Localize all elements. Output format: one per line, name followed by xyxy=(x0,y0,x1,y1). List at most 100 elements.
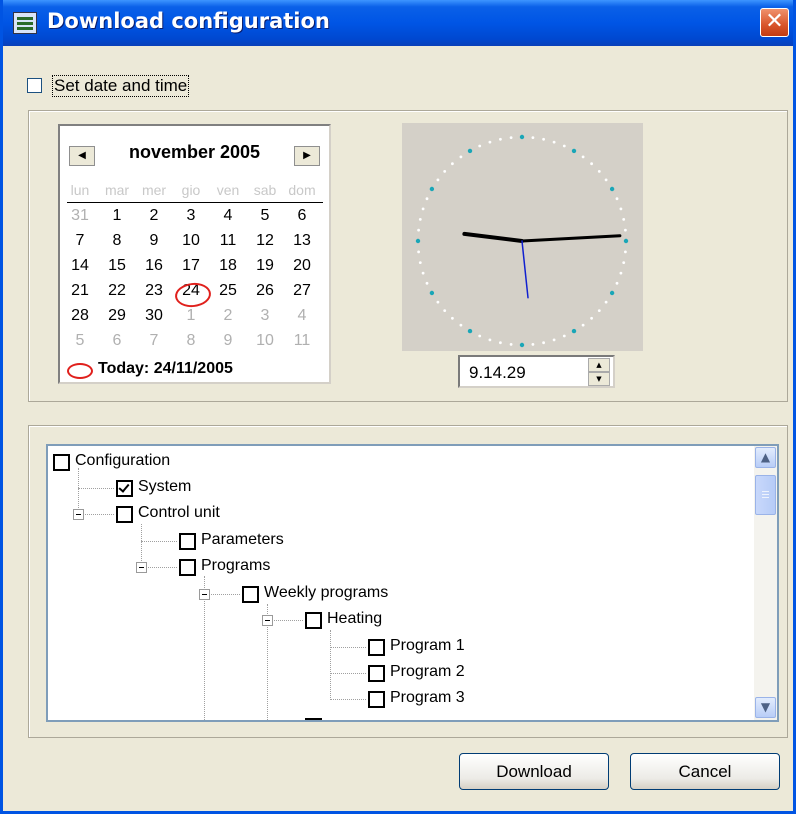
tree-checkbox-heating[interactable] xyxy=(305,612,322,629)
calendar-day[interactable]: 23 xyxy=(137,281,171,301)
spin-down-button[interactable]: ▼ xyxy=(588,372,610,386)
minute-tick xyxy=(459,155,463,159)
tree-node-programs[interactable]: Programs xyxy=(201,557,270,575)
tree-checkbox-configuration[interactable] xyxy=(53,454,70,471)
hour-tick xyxy=(609,186,615,192)
minute-tick xyxy=(418,261,422,264)
calendar-day[interactable]: 10 xyxy=(248,331,282,351)
scroll-up-icon[interactable]: ▲ xyxy=(755,447,776,468)
tree-node-program-3[interactable]: Program 3 xyxy=(390,689,465,707)
tree-checkbox-next-node[interactable] xyxy=(305,718,322,720)
tree-checkbox-program-1[interactable] xyxy=(368,639,385,656)
tree-checkbox-program-3[interactable] xyxy=(368,691,385,708)
spin-up-button[interactable]: ▲ xyxy=(588,358,610,372)
calendar-day[interactable]: 28 xyxy=(63,306,97,326)
tree-node-program-1[interactable]: Program 1 xyxy=(390,637,465,655)
tree-scrollbar[interactable]: ▲ ▼ xyxy=(754,446,777,720)
calendar-day[interactable]: 7 xyxy=(137,331,171,351)
close-icon[interactable]: ✕ xyxy=(760,8,789,37)
calendar-day[interactable]: 3 xyxy=(248,306,282,326)
calendar-day[interactable]: 9 xyxy=(137,231,171,251)
calendar-day[interactable]: 4 xyxy=(211,206,245,226)
tree-checkbox-system[interactable] xyxy=(116,480,133,497)
today-label[interactable]: Today: 24/11/2005 xyxy=(98,360,233,378)
hour-tick xyxy=(519,342,525,348)
minute-tick xyxy=(499,341,502,345)
calendar-day[interactable]: 12 xyxy=(248,231,282,251)
minute-tick xyxy=(509,343,513,346)
minute-tick xyxy=(542,137,545,141)
calendar-day[interactable]: 29 xyxy=(100,306,134,326)
calendar-day[interactable]: 21 xyxy=(63,281,97,301)
calendar-day[interactable]: 2 xyxy=(211,306,245,326)
tree-node-configuration[interactable]: Configuration xyxy=(75,452,170,470)
calendar-day[interactable]: 22 xyxy=(100,281,134,301)
calendar[interactable]: ◀ november 2005 ▶ lun mar mer gio ven sa… xyxy=(58,124,331,384)
minute-tick xyxy=(619,271,623,275)
download-button[interactable]: Download xyxy=(459,753,609,790)
calendar-day[interactable]: 9 xyxy=(211,331,245,351)
calendar-day[interactable]: 2 xyxy=(137,206,171,226)
calendar-day[interactable]: 7 xyxy=(63,231,97,251)
tree-node-parameters[interactable]: Parameters xyxy=(201,531,284,549)
tree-checkbox-programs[interactable] xyxy=(179,559,196,576)
tree-checkbox-program-2[interactable] xyxy=(368,665,385,682)
calendar-day[interactable]: 8 xyxy=(174,331,208,351)
hour-tick xyxy=(429,186,435,192)
minute-tick xyxy=(581,155,585,159)
minute-tick xyxy=(436,300,440,304)
collapse-heating-icon[interactable] xyxy=(262,615,273,626)
cancel-button[interactable]: Cancel xyxy=(630,753,780,790)
calendar-day[interactable]: 18 xyxy=(211,256,245,276)
tree-node-heating[interactable]: Heating xyxy=(327,610,382,628)
calendar-day[interactable]: 27 xyxy=(285,281,319,301)
calendar-day[interactable]: 31 xyxy=(63,206,97,226)
analog-clock xyxy=(402,123,643,351)
calendar-day[interactable]: 5 xyxy=(63,331,97,351)
calendar-day[interactable]: 14 xyxy=(63,256,97,276)
calendar-day[interactable]: 10 xyxy=(174,231,208,251)
tree-checkbox-parameters[interactable] xyxy=(179,533,196,550)
collapse-control-unit-icon[interactable] xyxy=(73,509,84,520)
tree-node-system[interactable]: System xyxy=(138,478,191,496)
scroll-thumb[interactable] xyxy=(755,475,776,515)
calendar-day[interactable]: 19 xyxy=(248,256,282,276)
title-bar[interactable]: Download configuration ✕ xyxy=(3,0,793,46)
calendar-day[interactable]: 20 xyxy=(285,256,319,276)
time-input[interactable]: 9.14.29 ▲ ▼ xyxy=(458,355,615,388)
hour-tick xyxy=(571,148,577,154)
configuration-tree[interactable]: Configuration System Control unit Parame… xyxy=(46,444,779,722)
tree-checkbox-control-unit[interactable] xyxy=(116,506,133,523)
window-title: Download configuration xyxy=(47,9,330,33)
calendar-day[interactable]: 30 xyxy=(137,306,171,326)
weekday-label: mer xyxy=(141,182,167,198)
calendar-day[interactable]: 5 xyxy=(248,206,282,226)
calendar-day[interactable]: 1 xyxy=(100,206,134,226)
calendar-day[interactable]: 16 xyxy=(137,256,171,276)
calendar-day[interactable]: 1 xyxy=(174,306,208,326)
calendar-day[interactable]: 25 xyxy=(211,281,245,301)
minute-tick xyxy=(542,341,545,345)
minute-tick xyxy=(499,137,502,141)
tree-node-program-2[interactable]: Program 2 xyxy=(390,663,465,681)
next-month-button[interactable]: ▶ xyxy=(294,146,320,166)
calendar-day[interactable]: 6 xyxy=(100,331,134,351)
tree-checkbox-weekly-programs[interactable] xyxy=(242,586,259,603)
calendar-day[interactable]: 15 xyxy=(100,256,134,276)
tree-node-control-unit[interactable]: Control unit xyxy=(138,504,220,522)
calendar-day[interactable]: 11 xyxy=(211,231,245,251)
tree-node-weekly-programs[interactable]: Weekly programs xyxy=(264,584,388,602)
calendar-day[interactable]: 8 xyxy=(100,231,134,251)
calendar-month-year: november 2005 xyxy=(128,142,261,162)
collapse-programs-icon[interactable] xyxy=(136,562,147,573)
set-date-time-checkbox[interactable] xyxy=(27,78,42,93)
calendar-day[interactable]: 13 xyxy=(285,231,319,251)
calendar-day[interactable]: 6 xyxy=(285,206,319,226)
calendar-day[interactable]: 26 xyxy=(248,281,282,301)
scroll-down-icon[interactable]: ▼ xyxy=(755,697,776,718)
calendar-day[interactable]: 3 xyxy=(174,206,208,226)
calendar-day[interactable]: 4 xyxy=(285,306,319,326)
collapse-weekly-programs-icon[interactable] xyxy=(199,589,210,600)
calendar-day[interactable]: 11 xyxy=(285,331,319,351)
calendar-day[interactable]: 17 xyxy=(174,256,208,276)
